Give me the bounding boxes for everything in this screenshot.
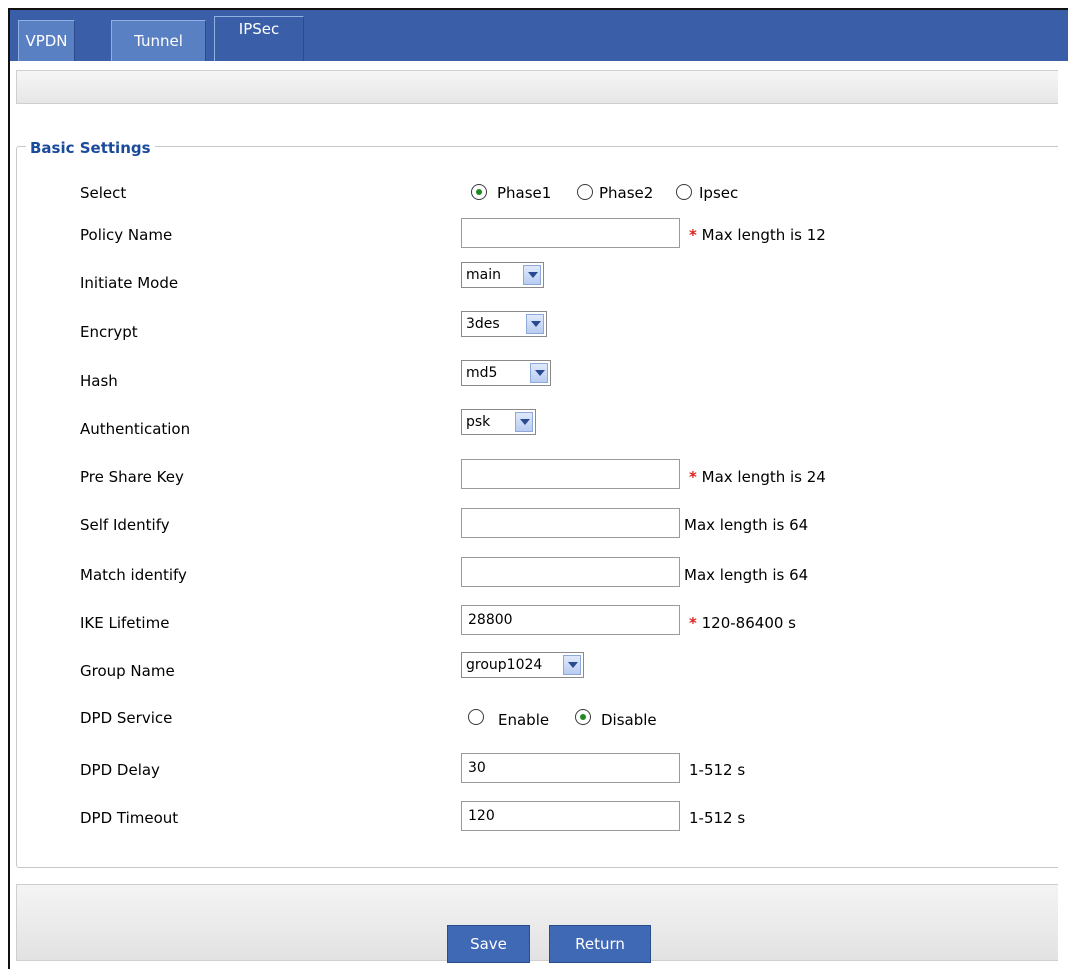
- dpd-delay-label: DPD Delay: [80, 761, 160, 779]
- tab-vpdn[interactable]: VPDN: [18, 20, 75, 61]
- match-identify-hint: Max length is 64: [684, 566, 809, 584]
- dpd-timeout-label: DPD Timeout: [80, 809, 179, 827]
- self-identify-input[interactable]: [461, 508, 680, 538]
- initiate-mode-label: Initiate Mode: [80, 274, 179, 292]
- required-marker: *: [689, 226, 697, 244]
- initiate-mode-select[interactable]: main: [461, 262, 544, 288]
- save-button[interactable]: Save: [447, 925, 530, 963]
- dpd-delay-input[interactable]: [461, 753, 680, 783]
- authentication-select[interactable]: psk: [461, 409, 536, 435]
- pre-share-key-hint-text: Max length is 24: [701, 468, 826, 486]
- dpd-disable-radio[interactable]: [575, 709, 591, 725]
- dpd-service-label: DPD Service: [80, 709, 173, 727]
- tab-tunnel[interactable]: Tunnel: [111, 20, 206, 61]
- phase1-radio[interactable]: [471, 184, 487, 200]
- tab-vpdn-label: VPDN: [25, 32, 68, 50]
- pre-share-key-hint: * Max length is 24: [689, 467, 826, 487]
- hash-label: Hash: [80, 372, 118, 390]
- group-name-label: Group Name: [80, 662, 175, 680]
- self-identify-hint: Max length is 64: [684, 516, 809, 534]
- group-name-value: group1024: [466, 657, 543, 673]
- policy-name-label: Policy Name: [80, 226, 173, 244]
- match-identify-input[interactable]: [461, 557, 680, 587]
- encrypt-value: 3des: [466, 316, 500, 332]
- policy-name-hint: * Max length is 12: [689, 225, 826, 245]
- chevron-down-icon: [523, 265, 541, 285]
- initiate-mode-value: main: [466, 267, 501, 283]
- ike-lifetime-hint: * 120-86400 s: [689, 613, 796, 633]
- phase2-label: Phase2: [599, 184, 654, 202]
- tab-tunnel-label: Tunnel: [134, 32, 183, 50]
- tab-ipsec[interactable]: IPSec: [214, 16, 304, 61]
- group-name-select[interactable]: group1024: [461, 652, 584, 678]
- dpd-enable-radio[interactable]: [468, 709, 484, 725]
- encrypt-label: Encrypt: [80, 323, 138, 341]
- chevron-down-icon: [515, 412, 533, 432]
- toolbar-strip: [16, 70, 1058, 104]
- pre-share-key-label: Pre Share Key: [80, 468, 184, 486]
- action-bar: [16, 884, 1058, 961]
- policy-name-hint-text: Max length is 12: [701, 226, 826, 244]
- dpd-disable-label: Disable: [601, 711, 657, 729]
- ike-lifetime-label: IKE Lifetime: [80, 614, 170, 632]
- phase2-radio[interactable]: [577, 184, 593, 200]
- hash-select[interactable]: md5: [461, 360, 551, 386]
- ike-lifetime-hint-text: 120-86400 s: [701, 614, 796, 632]
- ike-lifetime-input[interactable]: [461, 605, 680, 635]
- chevron-down-icon: [526, 314, 544, 334]
- match-identify-label: Match identify: [80, 566, 187, 584]
- self-identify-label: Self Identify: [80, 516, 170, 534]
- required-marker: *: [689, 468, 697, 486]
- dpd-delay-hint: 1-512 s: [689, 761, 746, 779]
- return-button[interactable]: Return: [549, 925, 651, 963]
- dpd-timeout-hint: 1-512 s: [689, 809, 746, 827]
- tab-bar: VPDN Tunnel IPSec: [10, 10, 1068, 61]
- required-marker: *: [689, 614, 697, 632]
- section-title: Basic Settings: [26, 138, 155, 158]
- ipsec-radio[interactable]: [676, 184, 692, 200]
- chevron-down-icon: [563, 655, 581, 675]
- select-label: Select: [80, 184, 127, 202]
- authentication-value: psk: [466, 414, 491, 430]
- tab-ipsec-label: IPSec: [238, 20, 280, 38]
- dpd-enable-label: Enable: [498, 711, 550, 729]
- phase1-label: Phase1: [497, 184, 552, 202]
- authentication-label: Authentication: [80, 420, 191, 438]
- chevron-down-icon: [530, 363, 548, 383]
- ipsec-label: Ipsec: [699, 184, 739, 202]
- hash-value: md5: [466, 365, 498, 381]
- dpd-timeout-input[interactable]: [461, 801, 680, 831]
- pre-share-key-input[interactable]: [461, 459, 680, 489]
- policy-name-input[interactable]: [461, 218, 680, 248]
- encrypt-select[interactable]: 3des: [461, 311, 547, 337]
